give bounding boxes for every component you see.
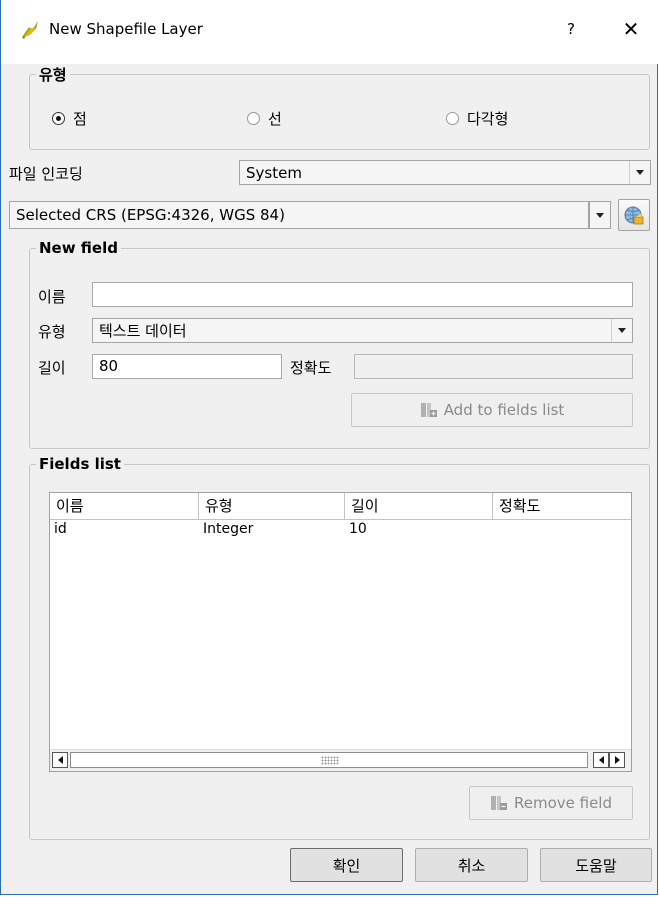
column-header-precision[interactable]: 정확도 bbox=[493, 493, 631, 520]
add-to-fields-list-button[interactable]: Add to fields list bbox=[351, 393, 633, 427]
grip-icon bbox=[321, 756, 339, 765]
radio-line-label: 선 bbox=[268, 110, 282, 128]
new-field-legend: New field bbox=[39, 239, 118, 257]
qgis-logo-icon bbox=[22, 21, 38, 39]
radio-line[interactable]: 선 bbox=[247, 108, 282, 129]
chevron-down-icon bbox=[596, 212, 604, 218]
dialog-window: New Shapefile Layer ? ✕ 유형 점 선 다각형 파일 인코… bbox=[0, 0, 658, 895]
add-to-fields-list-label: Add to fields list bbox=[443, 401, 565, 419]
remove-field-icon bbox=[490, 796, 507, 810]
horizontal-scrollbar[interactable] bbox=[50, 749, 631, 771]
help-title-button[interactable]: ? bbox=[556, 14, 586, 44]
radio-polygon-label: 다각형 bbox=[467, 110, 509, 128]
geometry-type-legend: 유형 bbox=[39, 66, 67, 84]
crs-selector-button[interactable] bbox=[618, 199, 650, 231]
add-field-icon bbox=[420, 403, 437, 417]
field-length-label: 길이 bbox=[38, 359, 66, 377]
field-type-label: 유형 bbox=[38, 323, 66, 341]
cell-precision bbox=[493, 520, 631, 538]
field-name-label: 이름 bbox=[38, 288, 66, 306]
arrow-left-icon bbox=[598, 756, 604, 764]
radio-polygon[interactable]: 다각형 bbox=[446, 108, 508, 129]
fields-list-legend: Fields list bbox=[39, 455, 121, 473]
encoding-label: 파일 인코딩 bbox=[9, 165, 83, 183]
arrow-right-icon bbox=[614, 756, 620, 764]
scroll-left-button-2[interactable] bbox=[593, 752, 609, 768]
remove-field-button[interactable]: Remove field bbox=[469, 786, 633, 820]
radio-point[interactable]: 점 bbox=[52, 108, 87, 129]
radio-point-label: 점 bbox=[73, 110, 87, 128]
column-header-length[interactable]: 길이 bbox=[345, 493, 493, 520]
window-title: New Shapefile Layer bbox=[49, 20, 203, 38]
chevron-down-icon bbox=[611, 319, 632, 342]
field-type-value: 텍스트 데이터 bbox=[99, 322, 187, 340]
geometry-type-group: 유형 bbox=[29, 64, 650, 150]
field-precision-input[interactable] bbox=[354, 354, 633, 379]
field-precision-label: 정확도 bbox=[290, 359, 332, 377]
remove-field-label: Remove field bbox=[513, 794, 612, 812]
ok-button[interactable]: 확인 bbox=[290, 848, 403, 882]
field-name-input[interactable] bbox=[92, 282, 633, 307]
column-header-name[interactable]: 이름 bbox=[50, 493, 199, 520]
table-row[interactable]: id Integer 10 bbox=[50, 520, 631, 538]
globe-crs-icon bbox=[624, 206, 644, 225]
scroll-left-button[interactable] bbox=[52, 752, 68, 768]
cell-length: 10 bbox=[349, 521, 367, 537]
close-button[interactable]: ✕ bbox=[613, 14, 649, 44]
crs-value: Selected CRS (EPSG:4326, WGS 84) bbox=[16, 206, 285, 224]
cell-type: Integer bbox=[203, 521, 254, 537]
fields-table[interactable]: 이름 유형 길이 정확도 id Integer 10 bbox=[49, 492, 632, 772]
encoding-select[interactable]: System bbox=[239, 160, 651, 185]
cell-name: id bbox=[54, 521, 67, 537]
crs-select[interactable]: Selected CRS (EPSG:4326, WGS 84) bbox=[9, 201, 589, 229]
column-header-type[interactable]: 유형 bbox=[199, 493, 345, 520]
field-type-select[interactable]: 텍스트 데이터 bbox=[92, 318, 633, 343]
encoding-value: System bbox=[246, 163, 302, 182]
arrow-left-icon bbox=[57, 756, 63, 764]
chevron-down-icon bbox=[629, 161, 650, 184]
cancel-button[interactable]: 취소 bbox=[415, 848, 528, 882]
scrollbar-thumb[interactable] bbox=[70, 752, 588, 768]
radio-point-indicator bbox=[52, 112, 65, 125]
radio-polygon-indicator bbox=[446, 112, 459, 125]
scroll-right-button[interactable] bbox=[609, 752, 625, 768]
radio-line-indicator bbox=[247, 112, 260, 125]
crs-dropdown-button[interactable] bbox=[589, 201, 611, 229]
help-button[interactable]: 도움말 bbox=[540, 848, 652, 882]
title-bar: New Shapefile Layer ? ✕ bbox=[1, 0, 658, 64]
table-header: 이름 유형 길이 정확도 bbox=[50, 493, 631, 520]
field-length-input[interactable]: 80 bbox=[92, 354, 282, 379]
